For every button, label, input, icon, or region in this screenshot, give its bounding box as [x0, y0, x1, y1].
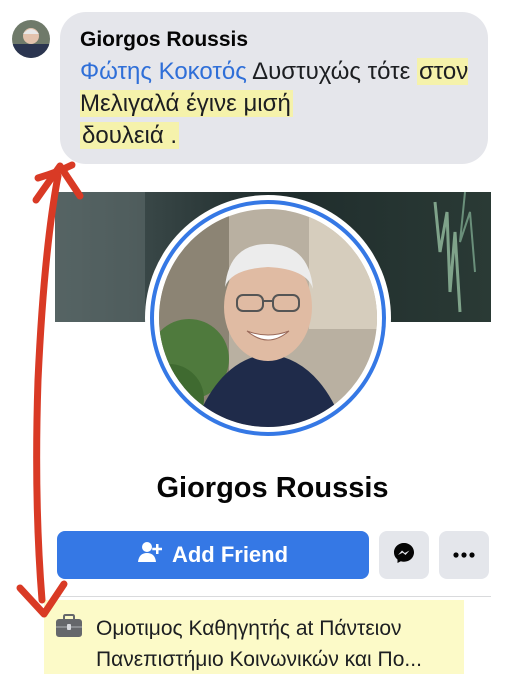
work-info-line-2: Πανεπιστήμιο Κοινωνικών και Πο...: [96, 648, 422, 671]
mentioned-user-link[interactable]: Φώτης Κοκοτός: [80, 58, 247, 85]
comment-author-name[interactable]: Giorgos Roussis: [80, 28, 468, 52]
message-button[interactable]: [379, 531, 429, 579]
add-friend-icon: [137, 541, 163, 569]
work-info[interactable]: Ομοτιμος Καθηγητής at Πάντειον Πανεπιστή…: [96, 613, 488, 675]
comment-text: Φώτης Κοκοτός Δυστυχώς τότε στον Μελιγαλ…: [80, 56, 480, 152]
add-friend-button[interactable]: Add Friend: [57, 531, 369, 579]
add-friend-label: Add Friend: [171, 542, 289, 567]
work-info-line-1: Ομοτιμος Καθηγητής at Πάντειον: [96, 617, 402, 640]
comment-text-part: Δυστυχώς τότε: [252, 58, 411, 85]
comment-author-avatar[interactable]: [12, 20, 50, 58]
profile-picture-ring: [150, 200, 386, 436]
more-icon: [452, 546, 476, 564]
comment-bubble: Giorgos Roussis Φώτης Κοκοτός Δυστυχώς τ…: [60, 12, 488, 164]
profile-photo: [159, 209, 377, 427]
more-options-button[interactable]: [439, 531, 489, 579]
profile-picture[interactable]: [145, 195, 391, 441]
highlighted-text-2: δουλειά .: [80, 122, 180, 149]
briefcase-icon: [55, 614, 83, 643]
profile-name: Giorgos Roussis: [156, 472, 389, 504]
divider: [55, 596, 491, 597]
messenger-icon: [392, 541, 416, 570]
